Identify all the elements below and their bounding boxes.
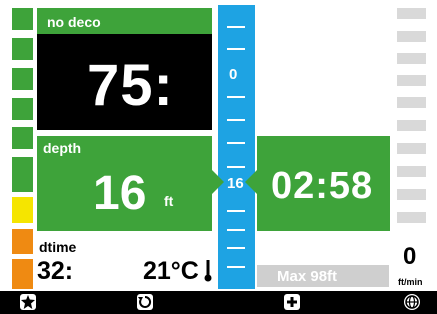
tissue-bar [12,8,33,30]
scale-tick [227,229,245,231]
thermometer-icon [204,260,212,282]
scale-tick [227,210,245,212]
ascent-rate-dash [397,189,426,200]
tissue-bar [12,38,33,60]
nodeco-header: no deco [37,8,212,34]
star-icon[interactable] [20,294,36,310]
ascent-rate-dash [397,212,426,223]
depth-label: depth [43,140,82,156]
dive-time-panel: 02:58 [257,136,390,231]
scale-tick [227,247,245,249]
depth-panel: depth 16 ft [37,136,212,231]
tissue-bar [12,127,33,149]
dive-time-value: 02:58 [271,165,374,207]
scale-tick [227,166,245,168]
temperature-value: 21°C [143,257,199,285]
depth-marker-right-arrow-icon [245,170,257,194]
plus-icon[interactable] [284,294,300,310]
scale-marker-label: 16 [227,175,244,192]
ascent-rate-dash [397,75,426,86]
ascent-rate-unit: ft/min [398,277,423,287]
nodeco-panel: 75: [37,34,212,130]
dtime-value: 32: [37,257,74,285]
scale-tick [227,96,245,98]
depth-unit: ft [164,193,174,209]
ascent-rate-value: 0 [403,243,417,270]
ascent-rate-dash [397,143,426,154]
depth-value: 16 [93,167,147,220]
tissue-bar [12,172,33,192]
scale-top-label: 0 [229,66,238,83]
scale-tick [227,266,245,268]
ascent-rate-dash [397,97,426,108]
scale-tick [227,26,245,28]
nodeco-value: 75: [87,53,174,118]
tissue-bar [12,229,33,254]
depth-marker-left-arrow-icon [212,170,224,194]
globe-icon[interactable] [404,294,420,310]
max-depth-label: Max 98ft [277,268,338,285]
refresh-icon[interactable] [137,294,153,310]
tissue-bar [12,197,33,223]
ascent-rate-dash [397,53,426,64]
ascent-rate-dash [397,166,426,177]
nodeco-label: no deco [47,14,101,30]
tissue-bar [12,98,33,120]
scale-tick [227,119,245,121]
softkey-bar [0,291,437,314]
ascent-rate-dash [397,120,426,131]
ascent-rate-dash [397,31,426,42]
scale-tick [227,48,245,50]
tissue-bar [12,259,33,289]
ascent-rate-dash [397,8,426,19]
dtime-label: dtime [39,239,77,255]
tissue-bar [12,68,33,90]
scale-tick [227,142,245,144]
max-depth-box: Max 98ft [257,265,389,287]
